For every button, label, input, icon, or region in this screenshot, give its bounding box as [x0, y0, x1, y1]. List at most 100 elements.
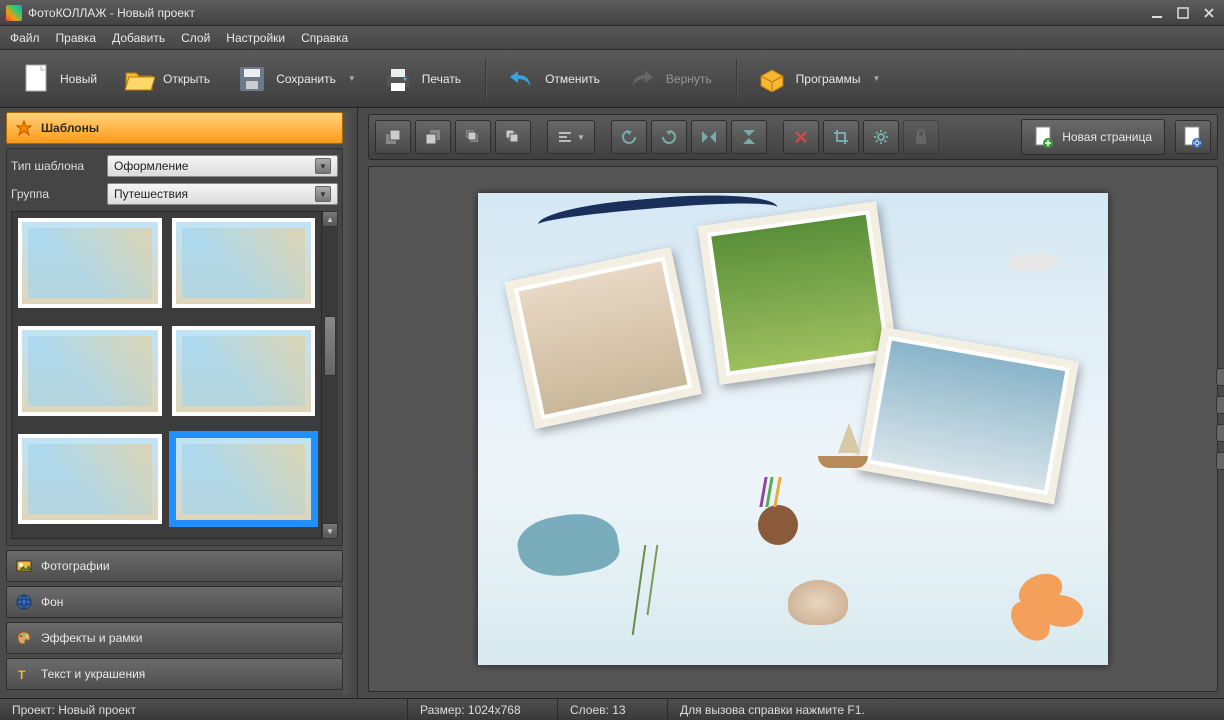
scroll-thumb[interactable] [324, 316, 336, 376]
menu-settings[interactable]: Настройки [226, 31, 285, 45]
status-project: Проект: Новый проект [0, 699, 408, 720]
flip-horizontal-button[interactable] [691, 120, 727, 154]
open-label: Открыть [163, 72, 210, 86]
undo-button[interactable]: Отменить [495, 59, 610, 99]
photo-frame[interactable] [504, 247, 701, 429]
canvas-area: ▼ Новая страница [358, 108, 1224, 698]
flower-decoration[interactable] [978, 565, 1088, 655]
scroll-down-icon[interactable]: ▼ [322, 523, 338, 539]
boat-decoration[interactable] [818, 423, 868, 468]
template-thumb[interactable] [18, 434, 162, 524]
redo-icon [626, 63, 658, 95]
edge-tab[interactable] [1216, 452, 1224, 470]
status-size: Размер: 1024x768 [408, 699, 558, 720]
template-group-select[interactable]: Путешествия ▼ [107, 183, 338, 205]
align-button[interactable]: ▼ [547, 120, 595, 154]
status-help: Для вызова справки нажмите F1. [668, 699, 1224, 720]
menu-add[interactable]: Добавить [112, 31, 165, 45]
edge-tab[interactable] [1216, 424, 1224, 442]
save-icon [236, 63, 268, 95]
template-thumb-selected[interactable] [172, 434, 316, 524]
new-page-icon [1034, 125, 1054, 149]
thumbnails-scrollbar[interactable]: ▲ ▼ [322, 211, 338, 539]
bring-front-button[interactable] [375, 120, 411, 154]
shell-decoration[interactable] [788, 580, 848, 625]
effects-label: Эффекты и рамки [41, 631, 142, 645]
menu-layer[interactable]: Слой [181, 31, 210, 45]
sidebar-scrollbar[interactable] [343, 112, 357, 694]
new-button[interactable]: Новый [10, 59, 107, 99]
template-group-value: Путешествия [114, 187, 188, 201]
background-label: Фон [41, 595, 63, 609]
close-button[interactable] [1200, 6, 1218, 20]
bring-forward-button[interactable] [455, 120, 491, 154]
edge-tab[interactable] [1216, 396, 1224, 414]
rotate-left-button[interactable] [611, 120, 647, 154]
canvas[interactable] [478, 193, 1108, 665]
maximize-button[interactable] [1174, 6, 1192, 20]
scroll-up-icon[interactable]: ▲ [322, 211, 338, 227]
template-thumbnails [11, 211, 322, 539]
templates-panel-header[interactable]: Шаблоны [6, 112, 343, 144]
photo-frame[interactable] [857, 327, 1079, 505]
effects-panel-header[interactable]: Эффекты и рамки [6, 622, 343, 654]
flip-vertical-button[interactable] [731, 120, 767, 154]
toolbar-separator [736, 59, 738, 99]
printer-icon [382, 63, 414, 95]
programs-button[interactable]: Программы ▼ [746, 59, 891, 99]
svg-text:T: T [18, 668, 26, 682]
bird-decoration[interactable] [988, 243, 1078, 283]
settings-button[interactable] [863, 120, 899, 154]
photos-panel-header[interactable]: Фотографии [6, 550, 343, 582]
status-layers: Слоев: 13 [558, 699, 668, 720]
new-page-label: Новая страница [1062, 130, 1152, 144]
coconut-decoration[interactable] [758, 505, 798, 545]
chevron-down-icon: ▼ [315, 158, 331, 174]
canvas-holder [368, 166, 1218, 692]
star-icon [15, 119, 33, 137]
box-icon [756, 63, 788, 95]
photo-icon [15, 557, 33, 575]
chevron-down-icon: ▼ [872, 74, 880, 83]
toolbar-separator [485, 59, 487, 99]
print-button[interactable]: Печать [372, 59, 471, 99]
background-panel-header[interactable]: Фон [6, 586, 343, 618]
menu-edit[interactable]: Правка [56, 31, 97, 45]
statusbar: Проект: Новый проект Размер: 1024x768 Сл… [0, 698, 1224, 720]
window-title: ФотоКОЛЛАЖ - Новый проект [28, 6, 1148, 20]
undo-icon [505, 63, 537, 95]
fish-decoration[interactable] [514, 507, 623, 583]
page-settings-button[interactable] [1175, 120, 1211, 154]
chevron-down-icon: ▼ [315, 186, 331, 202]
template-thumb[interactable] [172, 218, 316, 308]
open-button[interactable]: Открыть [113, 59, 220, 99]
menu-file[interactable]: Файл [10, 31, 40, 45]
template-thumb[interactable] [18, 218, 162, 308]
send-backward-button[interactable] [495, 120, 531, 154]
crop-button[interactable] [823, 120, 859, 154]
delete-button[interactable] [783, 120, 819, 154]
edge-tab[interactable] [1216, 368, 1224, 386]
grass-decoration[interactable] [632, 545, 705, 635]
redo-label: Вернуть [666, 72, 712, 86]
template-type-select[interactable]: Оформление ▼ [107, 155, 338, 177]
app-icon [6, 5, 22, 21]
rotate-right-button[interactable] [651, 120, 687, 154]
print-label: Печать [422, 72, 461, 86]
template-thumb[interactable] [172, 326, 316, 416]
menu-help[interactable]: Справка [301, 31, 348, 45]
photo-frame[interactable] [698, 201, 899, 384]
scroll-track[interactable] [322, 227, 338, 523]
templates-panel-body: Тип шаблона Оформление ▼ Группа Путешест… [6, 148, 343, 546]
minimize-button[interactable] [1148, 6, 1166, 20]
main-toolbar: Новый Открыть Сохранить ▼ Печать Отменит… [0, 50, 1224, 108]
save-label: Сохранить [276, 72, 336, 86]
template-thumb[interactable] [18, 326, 162, 416]
text-panel-header[interactable]: T Текст и украшения [6, 658, 343, 690]
text-icon: T [15, 665, 33, 683]
folder-open-icon [123, 63, 155, 95]
chevron-down-icon: ▼ [577, 133, 585, 142]
new-page-button[interactable]: Новая страница [1021, 119, 1165, 155]
send-back-button[interactable] [415, 120, 451, 154]
save-button[interactable]: Сохранить ▼ [226, 59, 366, 99]
